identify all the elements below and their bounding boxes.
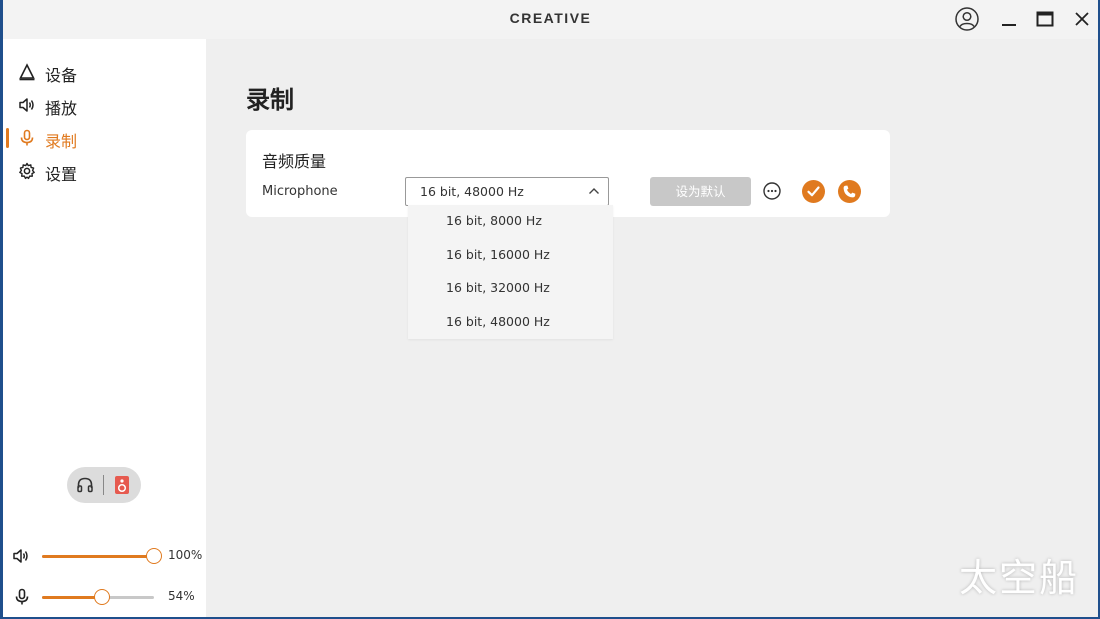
speaker-icon — [19, 98, 34, 112]
sidebar-item-recording[interactable]: 录制 — [3, 123, 206, 153]
maximize-button[interactable] — [1032, 7, 1058, 31]
user-account-icon — [955, 7, 979, 31]
sample-rate-select[interactable]: 16 bit, 48000 Hz — [405, 177, 609, 206]
volume-slider-thumb[interactable] — [146, 548, 162, 564]
microphone-icon — [20, 129, 34, 146]
close-icon — [1075, 12, 1089, 26]
dropdown-option[interactable]: 16 bit, 16000 Hz — [408, 239, 613, 272]
speaker-box-icon — [115, 476, 129, 494]
audio-quality-card: 音频质量 Microphone 16 bit, 48000 Hz 设为默认 — [246, 130, 890, 217]
page-title: 录制 — [246, 86, 294, 114]
default-device-button[interactable] — [802, 180, 825, 203]
mic-slider-fill — [42, 596, 103, 599]
account-button[interactable] — [954, 7, 980, 31]
headphones-icon — [77, 477, 93, 493]
sample-rate-selected: 16 bit, 48000 Hz — [420, 184, 524, 199]
volume-slider-row: 100% — [3, 544, 206, 568]
sidebar-item-label: 设置 — [45, 165, 78, 184]
microphone-icon — [15, 588, 29, 605]
dropdown-option[interactable]: 16 bit, 8000 Hz — [408, 205, 613, 238]
checkmark-icon — [807, 186, 820, 197]
title-bar: CREATIVE — [3, 0, 1098, 39]
sidebar-item-label: 设备 — [45, 66, 78, 85]
speaker-icon — [13, 549, 28, 563]
sidebar-item-settings[interactable]: 设置 — [3, 156, 206, 186]
device-label: Microphone — [262, 184, 338, 199]
mic-slider[interactable] — [42, 589, 154, 605]
volume-slider[interactable] — [42, 548, 162, 564]
gear-icon — [19, 162, 35, 180]
minimize-icon — [1002, 24, 1016, 26]
volume-value: 100% — [168, 548, 203, 562]
dropdown-option[interactable]: 16 bit, 48000 Hz — [408, 306, 613, 339]
brand-logo: CREATIVE — [509, 10, 592, 26]
watermark: 太空船 — [959, 556, 1080, 600]
dropdown-option[interactable]: 16 bit, 32000 Hz — [408, 272, 613, 305]
default-communication-button[interactable] — [838, 180, 861, 203]
mic-slider-row: 54% — [3, 585, 206, 609]
mic-value: 54% — [168, 589, 195, 603]
active-indicator — [6, 128, 9, 148]
volume-slider-fill — [42, 555, 154, 558]
more-options-icon[interactable] — [763, 182, 781, 200]
sidebar-item-label: 录制 — [45, 132, 78, 151]
toggle-divider — [103, 475, 104, 495]
device-triangle-icon — [19, 63, 35, 81]
maximize-icon — [1036, 11, 1054, 27]
sidebar-item-label: 播放 — [45, 99, 78, 118]
set-default-button[interactable]: 设为默认 — [650, 177, 751, 206]
card-heading: 音频质量 — [262, 152, 327, 171]
sidebar-item-playback[interactable]: 播放 — [3, 90, 206, 120]
close-button[interactable] — [1069, 7, 1095, 31]
app-window: CREATIVE 设备 播放 录制 设置 100% 54% 录制 音频质量 Mi… — [3, 0, 1098, 617]
sidebar-item-device[interactable]: 设备 — [3, 57, 206, 87]
sample-rate-dropdown: 16 bit, 8000 Hz 16 bit, 16000 Hz 16 bit,… — [408, 205, 613, 339]
output-toggle[interactable] — [67, 467, 141, 503]
minimize-button[interactable] — [996, 7, 1022, 31]
mic-slider-thumb[interactable] — [94, 589, 111, 605]
chevron-up-icon — [589, 188, 599, 194]
sidebar: 设备 播放 录制 设置 100% 54% — [3, 39, 206, 617]
phone-icon — [843, 185, 856, 198]
